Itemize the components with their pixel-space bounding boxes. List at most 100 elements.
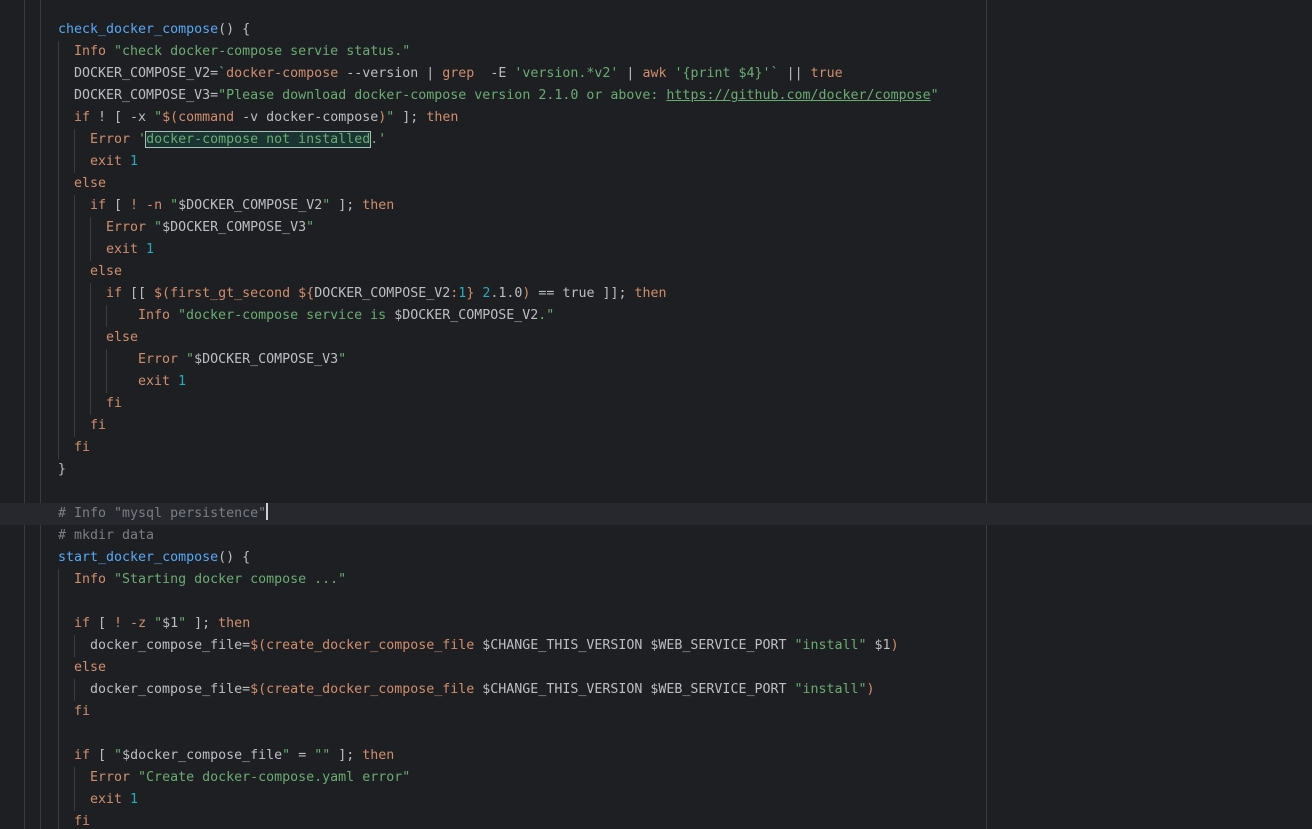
- indent-guide: [58, 789, 59, 811]
- indent-guide: [58, 41, 59, 63]
- code-line[interactable]: else: [58, 327, 939, 349]
- code-line[interactable]: fi: [58, 415, 939, 437]
- code-line[interactable]: if [ ! -z "$1" ]; then: [58, 613, 939, 635]
- indent-guide: [74, 305, 75, 327]
- code-line[interactable]: Error 'docker-compose not installed.': [58, 129, 939, 151]
- code-line[interactable]: [58, 481, 939, 503]
- code-line[interactable]: [58, 591, 939, 613]
- code-line-content: fi: [74, 704, 90, 719]
- code-line[interactable]: docker_compose_file=$(create_docker_comp…: [58, 679, 939, 701]
- code-token: $DOCKER_COMPOSE_V2: [178, 198, 323, 213]
- code-line-content: if [ "$docker_compose_file" = "" ]; then: [74, 748, 394, 763]
- code-line[interactable]: [58, 723, 939, 745]
- code-line[interactable]: exit 1: [58, 151, 939, 173]
- code-line[interactable]: DOCKER_COMPOSE_V2=`docker-compose --vers…: [58, 63, 939, 85]
- code-line[interactable]: Info "docker-compose service is $DOCKER_…: [58, 305, 939, 327]
- code-line[interactable]: if ! [ -x "$(command -v docker-compose)"…: [58, 107, 939, 129]
- code-token: awk: [642, 66, 667, 81]
- code-line-content: fi: [74, 814, 90, 829]
- code-token: $DOCKER_COMPOSE_V3: [162, 220, 307, 235]
- right-margin-guide: [986, 0, 987, 829]
- indent-guide: [74, 261, 75, 283]
- code-editor[interactable]: check_docker_compose() {Info "check dock…: [0, 0, 1312, 829]
- code-line[interactable]: Info "Starting docker compose ...": [58, 569, 939, 591]
- code-line[interactable]: fi: [58, 701, 939, 723]
- code-token: then: [218, 616, 251, 631]
- code-token: "Starting docker compose ...": [114, 572, 347, 587]
- indent-guide: [58, 129, 59, 151]
- code-line[interactable]: Info "check docker-compose servie status…: [58, 41, 939, 63]
- code-line[interactable]: fi: [58, 811, 939, 829]
- code-line[interactable]: DOCKER_COMPOSE_V3="Please download docke…: [58, 85, 939, 107]
- indent-guide: [90, 305, 91, 327]
- code-line-content: exit 1: [90, 154, 138, 169]
- code-line[interactable]: if [ "$docker_compose_file" = "" ]; then: [58, 745, 939, 767]
- code-line[interactable]: if [ ! -n "$DOCKER_COMPOSE_V2" ]; then: [58, 195, 939, 217]
- code-line[interactable]: start_docker_compose() {: [58, 547, 939, 569]
- code-token: Info: [138, 308, 179, 323]
- indent-guide: [90, 217, 91, 239]
- code-line-content: fi: [74, 440, 90, 455]
- indent-guide: [90, 393, 91, 415]
- code-line[interactable]: # Info "mysql persistence": [58, 503, 939, 525]
- code-line[interactable]: else: [58, 261, 939, 283]
- indent-guide: [58, 85, 59, 107]
- code-line[interactable]: fi: [58, 437, 939, 459]
- code-line[interactable]: Error "$DOCKER_COMPOSE_V3": [58, 217, 939, 239]
- gutter-line-left: [24, 0, 25, 829]
- indent-guide: [58, 767, 59, 789]
- code-line-content: if ! [ -x "$(command -v docker-compose)"…: [74, 110, 458, 125]
- code-token: docker-compose: [226, 66, 339, 81]
- code-line-content: if [ ! -n "$DOCKER_COMPOSE_V2" ]; then: [90, 198, 394, 213]
- indent-guide: [58, 195, 59, 217]
- code-token: 1: [130, 792, 139, 807]
- indent-guide: [58, 415, 59, 437]
- code-line[interactable]: Error "Create docker-compose.yaml error": [58, 767, 939, 789]
- indent-guide: [74, 767, 75, 789]
- indent-guide: [58, 63, 59, 85]
- code-line-content: Error "$DOCKER_COMPOSE_V3": [138, 352, 346, 367]
- code-line-content: if [ ! -z "$1" ]; then: [74, 616, 250, 631]
- code-line[interactable]: else: [58, 657, 939, 679]
- code-line-content: Error "Create docker-compose.yaml error": [90, 770, 410, 785]
- code-token: ${: [298, 286, 315, 301]
- code-line[interactable]: exit 1: [58, 371, 939, 393]
- code-line[interactable]: }: [58, 459, 939, 481]
- code-line[interactable]: exit 1: [58, 789, 939, 811]
- indent-guide: [58, 745, 59, 767]
- code-lines[interactable]: check_docker_compose() {Info "check dock…: [58, 19, 939, 829]
- code-line-content: exit 1: [106, 242, 154, 257]
- gutter-line-right: [40, 0, 41, 829]
- code-token: ": [306, 220, 315, 235]
- code-line-content: exit 1: [90, 792, 138, 807]
- code-token: `: [218, 66, 227, 81]
- indent-guide: [90, 349, 91, 371]
- code-line[interactable]: check_docker_compose() {: [58, 19, 939, 41]
- code-line[interactable]: if [[ $(first_gt_second ${DOCKER_COMPOSE…: [58, 283, 939, 305]
- code-token: fi: [90, 418, 107, 433]
- indent-guide: [58, 371, 59, 393]
- code-token: "install": [794, 682, 867, 697]
- code-token: () {: [218, 550, 251, 565]
- code-token: $(: [250, 682, 267, 697]
- code-token: then: [634, 286, 667, 301]
- code-token: $docker_compose_file: [122, 748, 283, 763]
- code-line[interactable]: Error "$DOCKER_COMPOSE_V3": [58, 349, 939, 371]
- indent-guide: [90, 239, 91, 261]
- code-line[interactable]: # mkdir data: [58, 525, 939, 547]
- code-line[interactable]: fi: [58, 393, 939, 415]
- code-line-content: Error "$DOCKER_COMPOSE_V3": [106, 220, 314, 235]
- code-line-content: fi: [90, 418, 106, 433]
- url-link[interactable]: https://github.com/docker/compose: [666, 88, 930, 103]
- code-line[interactable]: exit 1: [58, 239, 939, 261]
- code-line-content: else: [74, 176, 106, 191]
- indent-guide: [106, 305, 107, 327]
- code-token: $DOCKER_COMPOSE_V2: [394, 308, 539, 323]
- code-line-content: # Info "mysql persistence": [58, 503, 269, 521]
- indent-guide: [74, 151, 75, 173]
- code-token: then: [362, 198, 395, 213]
- code-line[interactable]: else: [58, 173, 939, 195]
- code-line[interactable]: docker_compose_file=$(create_docker_comp…: [58, 635, 939, 657]
- code-token: ": [114, 748, 123, 763]
- code-line-content: Error 'docker-compose not installed.': [90, 131, 386, 148]
